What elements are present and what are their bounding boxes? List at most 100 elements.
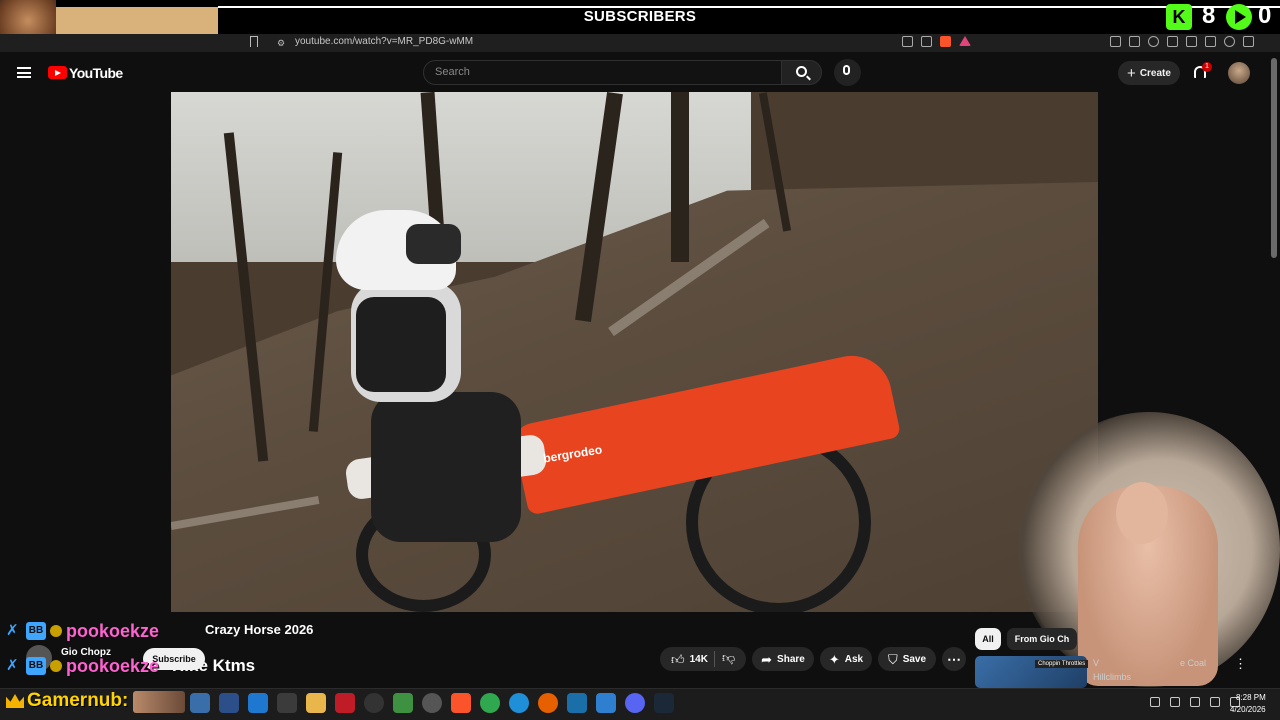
share-label: Share — [777, 653, 805, 665]
share-button[interactable]: ➦ Share — [752, 647, 814, 671]
bookmark-icon[interactable] — [250, 36, 258, 47]
share-arrow-icon: ➦ — [761, 651, 773, 667]
rider-goggles — [406, 224, 461, 264]
tray-chevron-icon[interactable] — [1150, 697, 1160, 707]
video-tree — [671, 92, 689, 262]
taskbar-app-icon[interactable] — [567, 693, 587, 713]
video-player[interactable]: bergrodeo — [171, 92, 1098, 612]
download-icon[interactable] — [1205, 36, 1216, 47]
taskbar-app-icon[interactable] — [393, 693, 413, 713]
save-button[interactable]: ⛉ Save — [878, 647, 936, 671]
share-page-icon[interactable] — [921, 36, 932, 47]
sidebar-icon[interactable] — [1167, 36, 1178, 47]
subscriber-badge-icon: BB — [26, 657, 46, 675]
more-actions-button[interactable]: ⋯ — [942, 647, 966, 671]
system-tray — [1150, 697, 1240, 707]
media-icon[interactable] — [1148, 36, 1159, 47]
webcam-person-head — [1116, 482, 1168, 544]
browser-address-bar — [0, 34, 1280, 52]
extension-bar — [1110, 36, 1254, 50]
taskbar-app-icon[interactable] — [248, 693, 268, 713]
kick-logo-icon: K — [1166, 4, 1192, 30]
steam-icon[interactable] — [654, 693, 674, 713]
extension-puzzle-icon[interactable] — [1110, 36, 1121, 47]
create-label: Create — [1139, 67, 1171, 79]
install-icon[interactable] — [902, 36, 913, 47]
sword-badge-icon: ✗ — [6, 657, 19, 674]
save-label: Save — [902, 653, 927, 665]
display-tray-icon[interactable] — [1190, 697, 1200, 707]
site-settings-icon[interactable]: ⚙ — [277, 38, 285, 49]
video-title: Crazy Horse 2026 — [205, 622, 314, 637]
account-avatar[interactable] — [1228, 62, 1250, 84]
file-explorer-icon[interactable] — [306, 693, 326, 713]
emoji-icon — [50, 625, 62, 637]
like-count: 14K — [689, 653, 708, 665]
discord-icon[interactable] — [625, 693, 645, 713]
like-divider — [714, 651, 715, 667]
tab-search-icon[interactable] — [1186, 36, 1197, 47]
firefox-icon[interactable] — [538, 693, 558, 713]
bookmark-save-icon: ⛉ — [887, 651, 898, 667]
play-logo-icon — [1226, 4, 1252, 30]
ask-button[interactable]: ✦ Ask — [820, 647, 872, 671]
ask-label: Ask — [844, 653, 864, 665]
kick-count: 8 — [1202, 2, 1216, 29]
clock-time[interactable]: 8:28 PM — [1236, 693, 1266, 702]
brave-shields-icon[interactable] — [940, 36, 951, 47]
taskbar-app-icon[interactable] — [190, 693, 210, 713]
chrome-icon[interactable] — [480, 693, 500, 713]
address-url[interactable]: youtube.com/watch?v=MR_PD8G-wMM — [295, 36, 473, 47]
notification-badge: 1 — [1202, 62, 1212, 72]
chip-from-channel[interactable]: From Gio Ch — [1007, 628, 1077, 650]
rider-vest — [356, 297, 446, 392]
brave-browser-icon[interactable] — [451, 693, 471, 713]
subscriber-badge-icon: BB — [26, 622, 46, 640]
chat-username: pookoekze — [66, 620, 160, 641]
youtube-wordmark[interactable]: YouTube — [69, 65, 123, 81]
vpn-icon[interactable] — [1224, 36, 1235, 47]
taskbar-app-icon[interactable] — [364, 693, 384, 713]
edge-icon[interactable] — [509, 693, 529, 713]
search-icon — [796, 66, 807, 77]
taskbar-app-icon[interactable] — [277, 693, 297, 713]
screenshot-icon[interactable] — [1129, 36, 1140, 47]
chip-all[interactable]: All — [975, 628, 1001, 650]
thumbnail-text: Choppin Throttles — [1035, 660, 1089, 668]
taskbar-app-icon[interactable] — [335, 693, 355, 713]
taskbar-app-icon[interactable] — [219, 693, 239, 713]
youtube-logo-icon[interactable] — [48, 66, 67, 79]
brave-rewards-icon[interactable] — [959, 36, 971, 46]
recommended-more-icon[interactable]: ⋮ — [1234, 656, 1247, 672]
recommended-title-line2[interactable]: Hillclimbs — [1093, 672, 1131, 682]
microphone-icon — [843, 65, 850, 75]
microphone-tray-icon[interactable] — [1170, 697, 1180, 707]
address-actions — [902, 36, 971, 50]
sparkle-icon: ✦ — [828, 651, 840, 667]
emoji-icon — [50, 660, 62, 672]
browser-menu-icon[interactable] — [1243, 36, 1254, 47]
clock-date[interactable]: 4/20/2026 — [1230, 705, 1266, 714]
thumbs-down-icon[interactable]: 👎︎ — [722, 651, 735, 664]
hamburger-menu-icon[interactable] — [17, 67, 31, 78]
plus-icon: + — [1127, 64, 1136, 82]
chat-username: pookoekze — [66, 655, 160, 676]
page-scrollbar[interactable] — [1271, 58, 1277, 258]
screen: SUBSCRIBERS X2 K 8 0 ⚙ youtube.com/watch… — [0, 0, 1280, 720]
search-placeholder: Search — [435, 66, 470, 78]
network-tray-icon[interactable] — [1210, 697, 1220, 707]
thumbs-up-icon: 👍︎ — [671, 651, 685, 667]
recommended-title[interactable]: V — [1093, 658, 1099, 668]
search-input[interactable] — [423, 60, 782, 85]
overlay-title: SUBSCRIBERS — [583, 8, 697, 25]
sword-badge-icon: ✗ — [6, 622, 19, 639]
vscode-icon[interactable] — [596, 693, 616, 713]
chat-message: ✗ BB pookoekze — [6, 655, 159, 677]
more-dots-icon: ⋯ — [947, 650, 961, 667]
create-button[interactable]: + Create — [1118, 61, 1180, 85]
chat-message: ✗ BB pookoekze — [6, 620, 159, 642]
chat-emote-image — [133, 691, 185, 713]
recommended-title-end[interactable]: e Coal — [1180, 658, 1206, 668]
taskbar-apps — [190, 693, 674, 713]
taskbar-app-icon[interactable] — [422, 693, 442, 713]
